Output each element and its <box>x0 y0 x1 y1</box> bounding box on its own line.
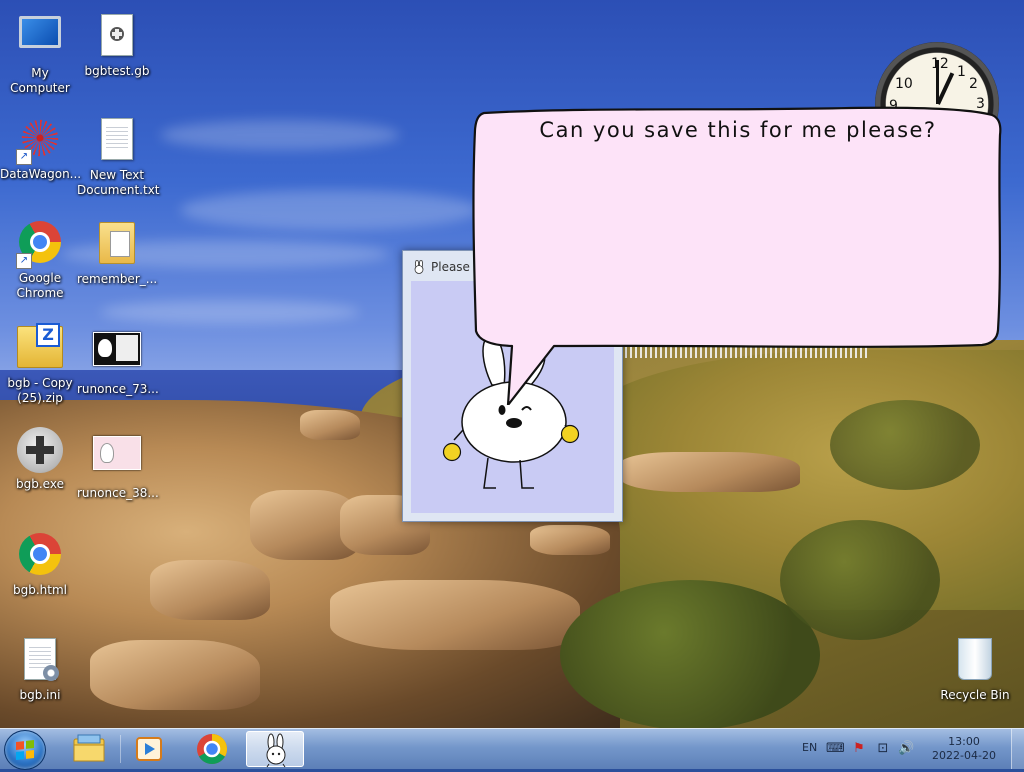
image-thumbnail-icon <box>93 436 141 470</box>
windows-logo-icon <box>16 740 34 760</box>
desktop-icon-my-computer[interactable]: My Computer <box>0 10 80 96</box>
desktop-icon-label: bgb.ini <box>19 688 61 702</box>
taskbar-file-explorer[interactable] <box>60 731 118 767</box>
taskbar: EN ⌨ ⚑ ⊡ 🔊 13:00 2022-04-20 <box>0 728 1024 770</box>
clock-area[interactable]: 13:00 2022-04-20 <box>924 735 1004 763</box>
settings-file-icon <box>24 638 59 681</box>
desktop-icon-label: New Text Document.txt <box>77 168 160 197</box>
language-indicator[interactable]: EN <box>802 741 817 754</box>
speech-bubble <box>472 106 1002 405</box>
computer-icon <box>19 16 61 48</box>
keyboard-icon[interactable]: ⌨ <box>826 742 845 756</box>
chrome-icon <box>19 533 61 575</box>
image-thumbnail-icon <box>93 332 141 366</box>
desktop-icon-google-chrome[interactable]: ↗ Google Chrome <box>0 218 80 301</box>
system-tray: EN ⌨ ⚑ ⊡ 🔊 13:00 2022-04-20 <box>794 729 1024 769</box>
clock-numeral: 2 <box>969 76 978 92</box>
desktop-icon-new-text-document[interactable]: New Text Document.txt <box>77 114 160 198</box>
desktop-icon-bgb-copy-zip[interactable]: bgb - Copy (25).zip <box>0 322 80 406</box>
desktop-icon-label: Recycle Bin <box>940 688 1010 702</box>
network-icon[interactable]: ⊡ <box>876 742 890 756</box>
desktop-icon-label: bgb.exe <box>16 477 64 491</box>
taskbar-bunny-app[interactable] <box>246 731 304 768</box>
taskbar-time: 13:00 <box>948 735 980 748</box>
folder-icon <box>99 222 135 264</box>
show-desktop-button[interactable] <box>1011 729 1024 769</box>
zip-archive-icon <box>17 323 63 368</box>
desktop-icon-label: runonce_73... <box>77 382 159 396</box>
desktop-icon-bgb-ini[interactable]: bgb.ini <box>0 634 80 703</box>
clock-numeral: 12 <box>931 56 949 72</box>
volume-icon[interactable]: 🔊 <box>898 742 914 756</box>
bunny-app-icon <box>414 260 424 274</box>
gb-file-icon <box>101 14 133 56</box>
desktop-icon-bgb-html[interactable]: bgb.html <box>0 530 80 598</box>
bunny-app-icon <box>266 733 286 768</box>
media-player-icon <box>136 737 162 761</box>
desktop-icon-datawagon[interactable]: ↗ DataWagon... <box>0 114 82 182</box>
desktop-icon-label: runonce_38... <box>77 486 159 500</box>
start-button[interactable] <box>4 730 46 770</box>
chrome-icon <box>197 734 228 765</box>
desktop-icon-recycle-bin[interactable]: Recycle Bin <box>935 634 1015 703</box>
clock-numeral: 10 <box>895 76 913 92</box>
desktop-icon-label: remember_... <box>77 272 158 286</box>
desktop-icon-label: Google Chrome <box>16 271 64 300</box>
file-explorer-icon <box>73 734 105 762</box>
desktop-icon-label: bgb.html <box>13 583 67 597</box>
desktop-icon-runonce-38[interactable]: runonce_38... <box>77 426 159 501</box>
taskbar-chrome[interactable] <box>183 731 241 767</box>
speech-bubble-text: Can you save this for me please? <box>539 118 937 142</box>
taskbar-media-player[interactable] <box>121 731 179 767</box>
taskbar-date: 2022-04-20 <box>932 749 996 762</box>
desktop-icon-label: My Computer <box>10 66 70 95</box>
desktop-icon-runonce-73[interactable]: runonce_73... <box>77 322 159 397</box>
desktop-icon-bgbtest[interactable]: bgbtest.gb <box>77 10 157 79</box>
gamepad-icon <box>17 427 63 473</box>
action-center-flag-icon[interactable]: ⚑ <box>852 742 866 756</box>
clock-numeral: 1 <box>957 64 966 80</box>
shortcut-arrow-icon: ↗ <box>16 149 32 165</box>
desktop-icon-label: DataWagon... <box>0 167 82 181</box>
desktop-icon-remember[interactable]: remember_... <box>77 218 157 287</box>
desktop-icon-bgb-exe[interactable]: bgb.exe <box>0 426 80 492</box>
shortcut-arrow-icon: ↗ <box>16 253 32 269</box>
desktop-icon-label: bgbtest.gb <box>84 64 150 78</box>
recycle-bin-icon <box>958 638 992 680</box>
text-file-icon <box>101 118 133 160</box>
desktop-icon-label: bgb - Copy (25).zip <box>7 376 73 405</box>
